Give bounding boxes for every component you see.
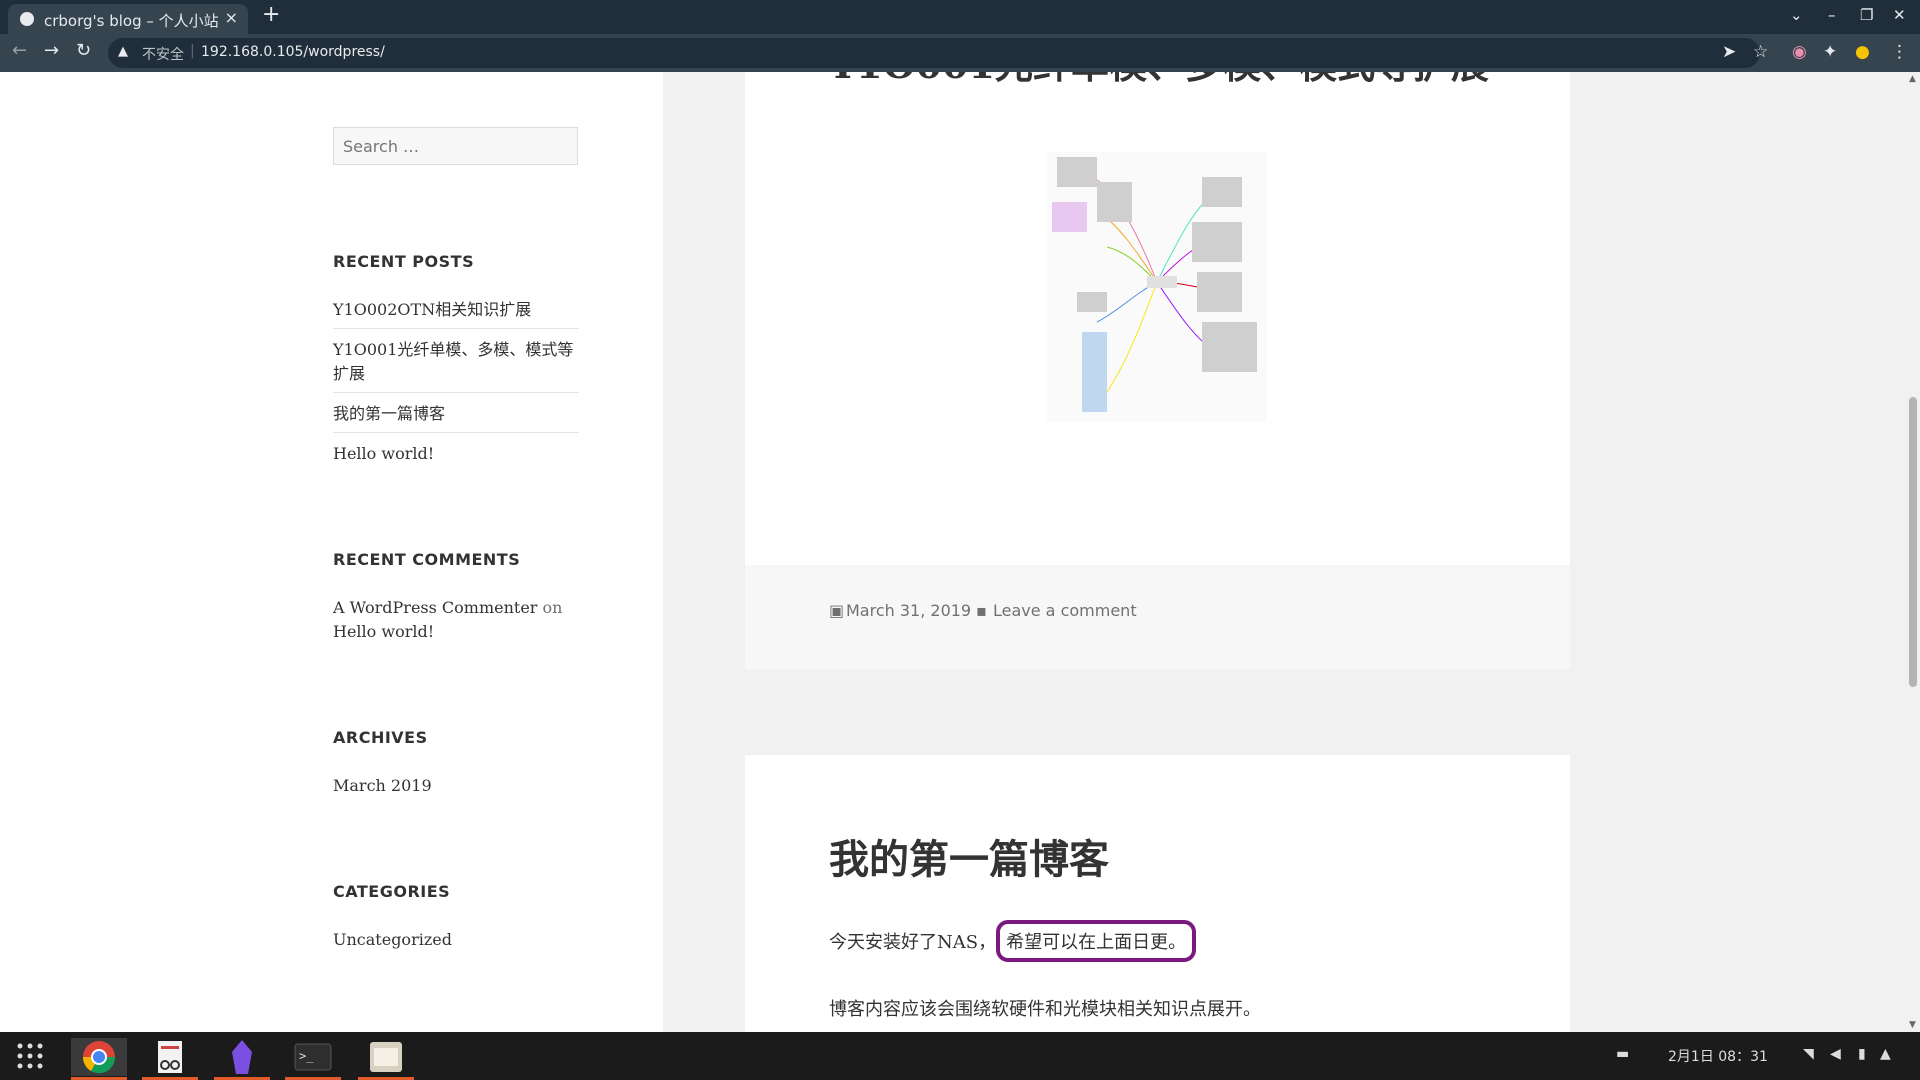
highlighted-text: 希望可以在上面日更。	[996, 920, 1197, 962]
archive-link[interactable]: March 2019	[333, 774, 579, 798]
recent-post-link[interactable]: Y1O002OTN相关知识扩展	[333, 298, 579, 329]
post-title[interactable]: Y1O001光纤单模、多模、模式等扩展	[829, 72, 1489, 89]
browser-tab[interactable]: crborg's blog – 个人小站 ×	[8, 4, 248, 34]
profile-avatar-icon[interactable]: ●	[1855, 42, 1870, 62]
category-link[interactable]: Uncategorized	[333, 928, 579, 952]
address-separator: |	[190, 43, 195, 59]
reload-icon[interactable]: ↻	[76, 40, 91, 61]
volume-icon[interactable]: ◀	[1830, 1046, 1841, 1062]
recent-comment: A WordPress Commenter on Hello world!	[333, 596, 579, 644]
restore-icon[interactable]: ❐	[1860, 6, 1873, 24]
wifi-icon[interactable]: ◥	[1803, 1046, 1814, 1062]
terminal-app-icon[interactable]: >_	[285, 1038, 341, 1080]
comment-on-text: on	[542, 598, 563, 617]
search-input[interactable]	[333, 127, 578, 165]
svg-text:>_: >_	[299, 1049, 314, 1063]
tab-close-icon[interactable]: ×	[225, 8, 238, 27]
minimize-icon[interactable]: –	[1828, 6, 1836, 24]
post-card: 我的第一篇博客 今天安装好了NAS， 希望可以在上面日更。 博客内容应该会围绕软硬…	[745, 755, 1570, 1032]
comment-author-link[interactable]: A WordPress Commenter	[333, 598, 537, 617]
warning-icon: ▲	[118, 44, 128, 59]
clock[interactable]: 2月1日 08：31	[1668, 1046, 1768, 1066]
battery-icon[interactable]: ▮	[1858, 1046, 1866, 1062]
categories-heading: CATEGORIES	[333, 882, 451, 901]
app-grid-icon[interactable]	[16, 1042, 44, 1070]
cat-extension-icon[interactable]: ◉	[1792, 42, 1807, 62]
site-favicon-icon	[20, 12, 34, 26]
post-card: Y1O001光纤单模、多模、模式等扩展	[745, 72, 1570, 565]
paragraph-text: 今天安装好了NAS，	[829, 932, 997, 953]
recent-comments-heading: RECENT COMMENTS	[333, 550, 521, 569]
obsidian-app-icon[interactable]	[214, 1038, 270, 1080]
document-viewer-app-icon[interactable]	[142, 1038, 198, 1080]
post-date-link[interactable]: March 31, 2019	[846, 601, 971, 620]
recent-post-link[interactable]: Y1O001光纤单模、多模、模式等扩展	[333, 338, 579, 393]
insecure-label: 不安全	[142, 47, 184, 63]
new-tab-icon[interactable]: +	[262, 2, 280, 27]
bookmark-star-icon[interactable]: ☆	[1753, 42, 1768, 62]
browser-toolbar: ← → ↻ ▲ 不安全 | 192.168.0.105/wordpress/ ➤…	[0, 34, 1920, 72]
recent-post-link[interactable]: Hello world!	[333, 442, 579, 466]
address-bar[interactable]: ▲ 不安全 | 192.168.0.105/wordpress/	[108, 38, 1760, 68]
tab-search-icon[interactable]: ⌄	[1790, 6, 1803, 24]
archives-heading: ARCHIVES	[333, 728, 428, 747]
send-icon[interactable]: ➤	[1722, 42, 1736, 62]
keyboard-icon[interactable]: ▬	[1616, 1046, 1629, 1062]
web-page: RECENT POSTS Y1O002OTN相关知识扩展 Y1O001光纤单模、…	[0, 72, 1906, 1032]
tray-expand-icon[interactable]: ▲	[1880, 1046, 1891, 1062]
scroll-up-icon[interactable]: ▲	[1909, 74, 1916, 84]
scrollbar-thumb[interactable]	[1909, 397, 1917, 687]
back-icon[interactable]: ←	[12, 40, 27, 61]
tab-title: crborg's blog – 个人小站	[44, 12, 219, 30]
comment-post-link[interactable]: Hello world!	[333, 622, 434, 641]
post-paragraph: 博客内容应该会围绕软硬件和光模块相关知识点展开。	[829, 999, 1261, 1020]
post-meta-bar: ▣ March 31, 2019 ▪ Leave a comment	[745, 565, 1570, 669]
forward-icon[interactable]: →	[44, 40, 59, 61]
leave-comment-link[interactable]: Leave a comment	[993, 601, 1137, 620]
page-scrollbar[interactable]: ▲ ▼	[1906, 72, 1920, 1032]
comment-icon: ▪	[976, 601, 987, 620]
post-title[interactable]: 我的第一篇博客	[829, 827, 1109, 885]
post-paragraph: 今天安装好了NAS， 希望可以在上面日更。	[829, 920, 1197, 962]
files-app-icon[interactable]	[358, 1038, 414, 1080]
sidebar: RECENT POSTS Y1O002OTN相关知识扩展 Y1O001光纤单模、…	[0, 72, 663, 1032]
menu-dots-icon[interactable]: ⋮	[1891, 42, 1908, 62]
calendar-icon: ▣	[829, 601, 845, 620]
chrome-app-icon[interactable]	[71, 1038, 127, 1080]
browser-tab-bar: crborg's blog – 个人小站 × + ⌄ – ❐ ✕	[0, 0, 1920, 34]
taskbar: >_ ▬ 2月1日 08：31 ◥ ◀ ▮ ▲	[0, 1032, 1920, 1080]
mindmap-image[interactable]	[1047, 152, 1267, 422]
recent-post-link[interactable]: 我的第一篇博客	[333, 402, 579, 433]
url-text[interactable]: 192.168.0.105/wordpress/	[201, 44, 385, 60]
scroll-down-icon[interactable]: ▼	[1909, 1020, 1916, 1030]
close-window-icon[interactable]: ✕	[1893, 6, 1906, 24]
recent-posts-heading: RECENT POSTS	[333, 252, 475, 271]
extensions-puzzle-icon[interactable]: ✦	[1823, 42, 1837, 62]
